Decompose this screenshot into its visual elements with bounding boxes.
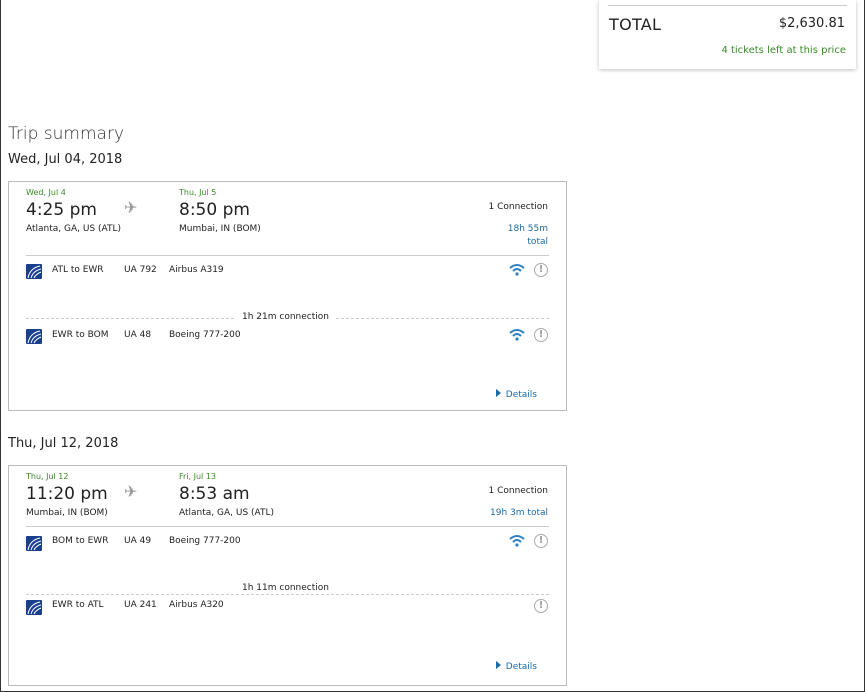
total-label: TOTAL xyxy=(609,15,662,34)
tickets-left-notice: 4 tickets left at this price xyxy=(721,45,846,56)
arrive-time: 8:50 pm xyxy=(179,200,250,220)
airline-logo-icon xyxy=(26,536,42,551)
arrive-date: Fri, Jul 13 xyxy=(179,472,216,481)
details-link[interactable]: Details xyxy=(495,661,537,672)
connection-divider xyxy=(26,594,549,595)
trip-duration: 19h 3m total xyxy=(490,508,548,518)
caret-right-icon xyxy=(495,661,501,669)
segment-aircraft: Airbus A319 xyxy=(169,265,224,275)
price-summary-panel: TOTAL $2,630.81 4 tickets left at this p… xyxy=(599,0,856,69)
airline-logo-icon xyxy=(26,264,42,279)
duration-total-text: total xyxy=(527,237,548,247)
duration-text: 18h 55m xyxy=(507,224,548,234)
segment-flight-number: UA 49 xyxy=(124,536,152,546)
depart-date: Thu, Jul 12 xyxy=(26,472,69,481)
info-icon[interactable]: ! xyxy=(534,599,548,613)
caret-right-icon xyxy=(495,389,501,397)
divider xyxy=(26,526,549,527)
depart-place: Atlanta, GA, US (ATL) xyxy=(26,224,122,234)
connection-duration: 1h 11m connection xyxy=(236,583,335,593)
arrive-place: Mumbai, IN (BOM) xyxy=(179,224,261,234)
segment-aircraft: Boeing 777-200 xyxy=(169,330,241,340)
airplane-icon: ✈ xyxy=(124,198,138,217)
divider xyxy=(26,255,549,256)
airline-logo-icon xyxy=(26,600,42,615)
total-amount: $2,630.81 xyxy=(778,16,845,31)
info-icon[interactable]: ! xyxy=(534,534,548,548)
segment-route: ATL to EWR xyxy=(52,265,104,275)
page-title: Trip summary xyxy=(8,124,125,144)
details-label: Details xyxy=(505,662,537,672)
segment-route: BOM to EWR xyxy=(52,536,109,546)
trip-duration: 18h 55m total xyxy=(508,223,548,249)
depart-place: Mumbai, IN (BOM) xyxy=(26,508,108,518)
arrive-date: Thu, Jul 5 xyxy=(179,188,217,197)
arrive-time: 8:53 am xyxy=(179,484,250,504)
depart-date: Wed, Jul 4 xyxy=(26,188,66,197)
airplane-icon: ✈ xyxy=(124,482,138,501)
segment-flight-number: UA 48 xyxy=(124,330,152,340)
flight-card-return: Thu, Jul 12 11:20 pm Mumbai, IN (BOM) ✈ … xyxy=(8,465,567,686)
depart-time: 4:25 pm xyxy=(26,200,97,220)
info-icon[interactable]: ! xyxy=(534,328,548,342)
details-label: Details xyxy=(505,390,537,400)
wifi-icon xyxy=(509,262,525,281)
segment-route: EWR to BOM xyxy=(52,330,109,340)
wifi-icon xyxy=(509,327,525,346)
segment-aircraft: Boeing 777-200 xyxy=(169,536,241,546)
info-icon[interactable]: ! xyxy=(534,263,548,277)
trip-date-heading: Wed, Jul 04, 2018 xyxy=(8,152,123,167)
segment-flight-number: UA 241 xyxy=(124,600,157,610)
connection-count: 1 Connection xyxy=(488,202,548,212)
arrive-place: Atlanta, GA, US (ATL) xyxy=(179,508,275,518)
connection-count: 1 Connection xyxy=(488,486,548,496)
segment-flight-number: UA 792 xyxy=(124,265,157,275)
airline-logo-icon xyxy=(26,329,42,344)
divider xyxy=(608,5,847,6)
segment-route: EWR to ATL xyxy=(52,600,104,610)
flight-card-outbound: Wed, Jul 4 4:25 pm Atlanta, GA, US (ATL)… xyxy=(8,181,567,411)
wifi-icon xyxy=(509,533,525,552)
segment-aircraft: Airbus A320 xyxy=(169,600,224,610)
depart-time: 11:20 pm xyxy=(26,484,108,504)
trip-date-heading: Thu, Jul 12, 2018 xyxy=(8,436,119,451)
connection-duration: 1h 21m connection xyxy=(236,312,335,322)
details-link[interactable]: Details xyxy=(495,389,537,400)
